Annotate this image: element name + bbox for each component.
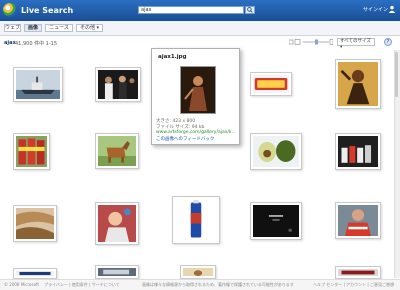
image-thumbnail[interactable] <box>335 266 381 279</box>
popup-url[interactable]: www.artsforge.com/gallery/ajax/k... <box>156 130 236 135</box>
brand-title[interactable]: Live Search <box>21 6 73 15</box>
image-thumbnail[interactable] <box>335 59 381 109</box>
search-button[interactable] <box>245 6 255 14</box>
signin-link[interactable]: サインイン <box>363 6 388 13</box>
partial-image <box>338 269 378 276</box>
image-thumbnail[interactable] <box>13 205 57 242</box>
avocado-image <box>253 136 299 167</box>
dog-image <box>98 136 136 166</box>
ajax-cans-image <box>16 136 47 167</box>
popup-title: ajax1.jpg <box>158 54 187 60</box>
partial-image <box>98 268 136 276</box>
crowd-image <box>98 70 138 99</box>
image-thumbnail[interactable] <box>95 133 139 169</box>
result-query: ajax <box>4 40 16 46</box>
tab-images[interactable]: 画像 <box>24 24 42 32</box>
image-thumbnail[interactable] <box>13 133 50 170</box>
footer-right-links[interactable]: ヘルプ センター | アカウント | ご意見ご感想 <box>313 282 394 288</box>
ajax-team-image <box>338 136 378 167</box>
result-count: 41,900 件中 1-15 <box>15 41 58 47</box>
dark-screen-image <box>253 205 299 237</box>
image-thumbnail[interactable] <box>180 265 216 279</box>
image-thumbnail[interactable] <box>13 67 63 102</box>
live-logo-icon[interactable] <box>3 3 17 17</box>
warrior-art-image <box>338 62 378 106</box>
image-thumbnail[interactable] <box>95 265 139 279</box>
search-input[interactable]: ajax <box>138 6 244 14</box>
image-thumbnail[interactable] <box>95 202 139 245</box>
popup-preview-image[interactable] <box>180 66 216 114</box>
partial-image <box>16 271 54 276</box>
fabric-image <box>16 208 54 239</box>
help-icon[interactable]: ? <box>384 38 392 46</box>
popup-feedback-link[interactable]: この画像へのフィードバック <box>156 136 214 142</box>
image-thumbnail[interactable] <box>250 202 302 240</box>
image-thumbnail[interactable] <box>172 196 220 244</box>
thumbnail-size-slider[interactable] <box>289 39 333 45</box>
scrollbar-thumb[interactable] <box>395 52 398 97</box>
ship-image <box>16 70 60 99</box>
image-thumbnail[interactable] <box>13 268 57 279</box>
footer-notice: 画像は様々な情報源から取得されるため、著作権で保護されている可能性があります <box>142 282 294 287</box>
ajax-bottle-image <box>175 199 217 241</box>
footer-links[interactable]: プライバシー | 使用条件 | サーチについて <box>44 282 120 288</box>
user-icon[interactable] <box>388 5 396 13</box>
size-filter-select[interactable]: すべてのサイズ ▾ <box>337 38 375 50</box>
footer-copyright: © 2008 Microsoft <box>4 282 39 287</box>
image-thumbnail[interactable] <box>250 133 302 170</box>
image-thumbnail[interactable] <box>335 202 381 239</box>
ajax-logo-image <box>253 75 289 93</box>
image-preview-popup[interactable]: ajax1.jpg 大きさ: 423 x 800 ファイル サイズ: 94 kb… <box>151 48 240 145</box>
image-thumbnail[interactable] <box>95 67 141 102</box>
tab-more[interactable]: その他 ▾ <box>76 24 103 32</box>
search-icon <box>247 7 253 13</box>
football-player-image <box>338 205 378 236</box>
image-thumbnail[interactable] <box>335 133 381 170</box>
tab-web[interactable]: ウェブ <box>4 24 21 32</box>
baby-image <box>98 205 136 242</box>
partial-image <box>183 268 213 276</box>
tab-news[interactable]: ニュース <box>45 24 73 32</box>
image-thumbnail[interactable] <box>250 72 292 96</box>
